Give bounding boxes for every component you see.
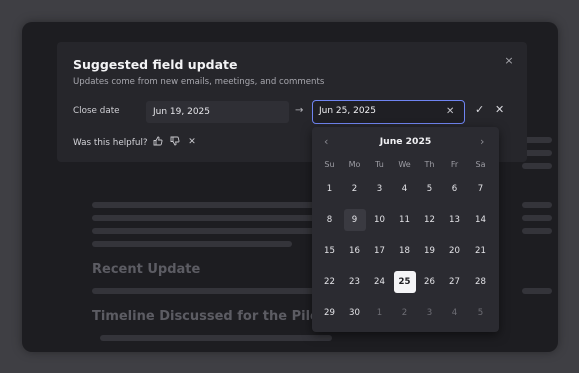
bg-heading-timeline: Timeline Discussed for the Pilot	[92, 309, 326, 324]
calendar-day[interactable]: 4	[394, 178, 416, 200]
calendar-day[interactable]: 18	[394, 240, 416, 262]
calendar-day[interactable]: 15	[319, 240, 341, 262]
weekday-header: Su	[324, 160, 335, 169]
clear-date-icon[interactable]: ✕	[446, 101, 454, 122]
calendar-day[interactable]: 14	[470, 209, 492, 231]
weekday-header: Fr	[450, 160, 459, 169]
calendar-day[interactable]: 27	[444, 271, 466, 293]
calendar-day[interactable]: 22	[319, 271, 341, 293]
panel-title: Suggested field update	[73, 57, 238, 72]
app-window: Recent Update Timeline Discussed for the…	[22, 22, 558, 352]
calendar-day[interactable]: 8	[319, 209, 341, 231]
bg-text-line	[92, 288, 332, 294]
calendar-day[interactable]: 11	[394, 209, 416, 231]
bg-text-line	[92, 241, 292, 247]
calendar-day[interactable]: 2	[344, 178, 366, 200]
calendar-day[interactable]: 20	[444, 240, 466, 262]
new-date-input[interactable]: Jun 25, 2025 ✕	[312, 100, 465, 124]
thumbs-up-icon[interactable]	[152, 136, 164, 148]
calendar-day[interactable]: 3	[419, 302, 441, 324]
calendar-day[interactable]: 10	[369, 209, 391, 231]
calendar-day[interactable]: 21	[470, 240, 492, 262]
helpful-prompt: Was this helpful?	[73, 138, 148, 148]
calendar-day[interactable]: 23	[344, 271, 366, 293]
calendar-day[interactable]: 1	[319, 178, 341, 200]
calendar-day[interactable]: 26	[419, 271, 441, 293]
bg-heading-recent-update: Recent Update	[92, 262, 201, 277]
calendar-day[interactable]: 5	[470, 302, 492, 324]
calendar-day[interactable]: 3	[369, 178, 391, 200]
weekday-header: Th	[424, 160, 435, 169]
calendar-day[interactable]: 19	[419, 240, 441, 262]
calendar-day[interactable]: 13	[444, 209, 466, 231]
calendar-day[interactable]: 30	[344, 302, 366, 324]
field-label-close-date: Close date	[73, 106, 120, 116]
calendar-day[interactable]: 7	[470, 178, 492, 200]
weekday-header: Sa	[475, 160, 486, 169]
bg-text-line	[522, 163, 552, 169]
date-picker-calendar: ‹ June 2025 › Su Mo Tu We Th Fr Sa 1 2 3 4 5 6 7 8 9 10…	[312, 127, 499, 332]
bg-text-line	[522, 288, 552, 294]
bg-text-line	[522, 215, 552, 221]
accept-check-icon[interactable]: ✓	[475, 103, 484, 116]
thumbs-down-icon[interactable]	[169, 136, 181, 148]
arrow-right-icon: →	[295, 105, 304, 116]
calendar-day[interactable]: 29	[319, 302, 341, 324]
calendar-day[interactable]: 6	[444, 178, 466, 200]
new-date-text: Jun 25, 2025	[319, 106, 377, 116]
weekday-header: Mo	[348, 160, 361, 169]
calendar-day[interactable]: 4	[444, 302, 466, 324]
calendar-day[interactable]: 16	[344, 240, 366, 262]
calendar-day[interactable]: 1	[369, 302, 391, 324]
calendar-day[interactable]: 24	[369, 271, 391, 293]
bg-text-line	[92, 202, 332, 208]
bg-text-line	[522, 228, 552, 234]
bg-text-line	[522, 202, 552, 208]
current-date-value: Jun 19, 2025	[146, 101, 289, 123]
bg-text-line	[92, 228, 332, 234]
calendar-day[interactable]: 25	[393, 271, 416, 293]
calendar-month-label: June 2025	[379, 136, 432, 147]
weekday-header: Tu	[375, 160, 384, 169]
calendar-day[interactable]: 5	[419, 178, 441, 200]
calendar-day[interactable]: 12	[419, 209, 441, 231]
reject-x-icon[interactable]: ✕	[495, 103, 504, 116]
bg-text-line	[92, 215, 332, 221]
calendar-day[interactable]: 9	[343, 209, 366, 231]
calendar-day[interactable]: 2	[394, 302, 416, 324]
next-month-icon[interactable]: ›	[480, 135, 484, 148]
calendar-day[interactable]: 28	[470, 271, 492, 293]
panel-subtitle: Updates come from new emails, meetings, …	[73, 77, 325, 87]
dismiss-feedback-icon[interactable]: ✕	[186, 136, 198, 148]
bg-text-line	[100, 335, 332, 341]
weekday-header: We	[398, 160, 411, 169]
calendar-day[interactable]: 17	[369, 240, 391, 262]
close-icon[interactable]: ×	[502, 54, 516, 68]
